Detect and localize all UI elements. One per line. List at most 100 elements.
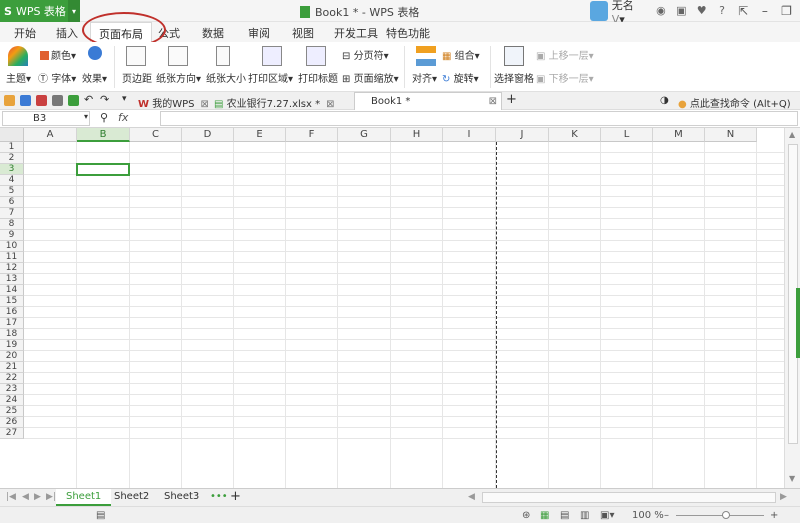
column-header[interactable]: H [391, 128, 443, 142]
function-icon[interactable]: fx [118, 111, 128, 124]
row-header[interactable]: 22 [0, 373, 24, 384]
row-header[interactable]: 19 [0, 340, 24, 351]
print-titles-icon[interactable] [306, 46, 326, 66]
row-header[interactable]: 10 [0, 241, 24, 252]
tab-insert[interactable]: 插入 [56, 25, 78, 41]
close-icon[interactable]: ⊠ [326, 99, 334, 110]
print-area-button[interactable]: 打印区域▾ [248, 70, 293, 85]
effects-button[interactable]: 效果▾ [82, 70, 107, 85]
row-header[interactable]: 24 [0, 395, 24, 406]
maximize-tabs-icon[interactable]: ⇱ [734, 3, 752, 19]
page-break-view-icon[interactable]: ▤ [560, 510, 569, 521]
open-icon[interactable] [4, 95, 15, 106]
doc-tab-nongye-bank[interactable]: ▤ 农业银行7.27.xlsx * ⊠ [214, 92, 334, 110]
row-header[interactable]: 23 [0, 384, 24, 395]
help-icon[interactable]: ? [716, 4, 728, 18]
colors-button[interactable]: 颜色▾ [40, 47, 76, 62]
tab-view[interactable]: 视图 [292, 25, 314, 41]
row-header[interactable]: 17 [0, 318, 24, 329]
print-icon[interactable] [52, 95, 63, 106]
row-header[interactable]: 14 [0, 285, 24, 296]
row-header[interactable]: 6 [0, 197, 24, 208]
minimize-button[interactable]: – [756, 3, 774, 19]
gift-icon[interactable]: ▣ [675, 4, 687, 18]
side-panel-handle[interactable] [796, 288, 800, 358]
select-all-corner[interactable] [0, 128, 24, 142]
command-search[interactable]: ● 点此查找命令 (Alt+Q) [678, 92, 791, 110]
restore-button[interactable]: ❐ [778, 3, 796, 19]
row-header[interactable]: 25 [0, 406, 24, 417]
tab-review[interactable]: 审阅 [248, 25, 270, 41]
add-sheet-icon[interactable]: + [220, 489, 251, 506]
margins-icon[interactable] [126, 46, 146, 66]
row-header[interactable]: 7 [0, 208, 24, 219]
row-header[interactable]: 16 [0, 307, 24, 318]
column-header[interactable]: J [496, 128, 549, 142]
shirt-icon[interactable]: ♥ [696, 4, 708, 18]
column-header[interactable]: I [443, 128, 496, 142]
scroll-down-icon[interactable]: ▼ [789, 474, 795, 483]
rotate-button[interactable]: ↻ 旋转▾ [442, 70, 479, 85]
protect-eye-icon[interactable]: ⊛ [522, 510, 530, 521]
column-header[interactable]: D [182, 128, 234, 142]
theme-icon[interactable] [8, 46, 28, 66]
prev-sheet-icon[interactable]: ◀ [22, 492, 29, 502]
align-icon[interactable] [416, 46, 436, 66]
column-header[interactable]: G [338, 128, 391, 142]
formula-input[interactable] [160, 111, 798, 126]
layout-view-icon[interactable]: ▣▾ [600, 510, 614, 521]
add-tab-icon[interactable]: + [506, 92, 517, 110]
align-button[interactable]: 对齐▾ [412, 70, 437, 85]
horizontal-scrollbar[interactable] [482, 492, 776, 503]
close-icon[interactable]: ⊠ [489, 96, 497, 107]
preview-icon[interactable] [68, 95, 79, 106]
chevron-down-icon[interactable]: ▾ [84, 112, 88, 121]
row-header[interactable]: 4 [0, 175, 24, 186]
scroll-up-icon[interactable]: ▲ [789, 130, 795, 139]
zoom-slider-knob[interactable] [722, 511, 730, 519]
row-header[interactable]: 13 [0, 274, 24, 285]
orientation-icon[interactable] [168, 46, 188, 66]
reading-view-icon[interactable]: ▥ [580, 510, 589, 521]
column-header[interactable]: K [549, 128, 601, 142]
fonts-button[interactable]: Ⓣ 字体▾ [38, 70, 76, 85]
zoom-in-icon[interactable]: + [770, 510, 778, 521]
paper-size-icon[interactable] [216, 46, 230, 66]
row-header[interactable]: 2 [0, 153, 24, 164]
print-titles-button[interactable]: 打印标题 [298, 70, 338, 85]
tab-developer[interactable]: 开发工具 [334, 25, 378, 41]
scroll-left-icon[interactable]: ◀ [468, 492, 475, 502]
column-header[interactable]: C [130, 128, 182, 142]
row-header[interactable]: 20 [0, 351, 24, 362]
chevron-down-icon[interactable]: ▾ [122, 94, 133, 105]
save-icon[interactable] [20, 95, 31, 106]
margins-button[interactable]: 页边距 [122, 70, 152, 85]
minimize-ribbon-icon[interactable]: ◑ [660, 92, 669, 110]
close-icon[interactable]: ⊠ [200, 99, 208, 110]
theme-button[interactable]: 主题▾ [6, 70, 31, 85]
last-sheet-icon[interactable]: ▶| [46, 492, 56, 502]
selection-pane-button[interactable]: 选择窗格 [494, 70, 534, 85]
print-area-icon[interactable] [262, 46, 282, 66]
zoom-icon[interactable]: ⚲ [100, 111, 108, 124]
redo-icon[interactable]: ↷ [100, 93, 111, 106]
undo-icon[interactable]: ↶ [84, 93, 95, 106]
column-header[interactable]: F [286, 128, 338, 142]
orientation-button[interactable]: 纸张方向▾ [156, 70, 201, 85]
skin-icon[interactable]: ◉ [655, 4, 667, 18]
doc-tab-my-wps[interactable]: W 我的WPS ⊠ [138, 92, 209, 110]
selected-cell[interactable] [76, 163, 130, 176]
column-header[interactable]: M [653, 128, 705, 142]
spreadsheet-grid[interactable]: A B C D E F G H I J K L M N 1 2 3 4 5 6 7 8 9 10 11 12 13 14 15 16 17 1… [0, 128, 784, 488]
row-header[interactable]: 21 [0, 362, 24, 373]
row-header[interactable]: 9 [0, 230, 24, 241]
tab-special-features[interactable]: 特色功能 [386, 25, 430, 41]
group-button[interactable]: ▦ 组合▾ [442, 47, 480, 62]
avatar[interactable] [590, 1, 608, 21]
zoom-slider-track[interactable] [676, 515, 764, 516]
row-header[interactable]: 15 [0, 296, 24, 307]
zoom-level[interactable]: 100 % [632, 510, 664, 521]
page-break-button[interactable]: ⊟ 分页符▾ [342, 47, 389, 62]
column-header[interactable]: E [234, 128, 286, 142]
scroll-right-icon[interactable]: ▶ [780, 492, 787, 502]
